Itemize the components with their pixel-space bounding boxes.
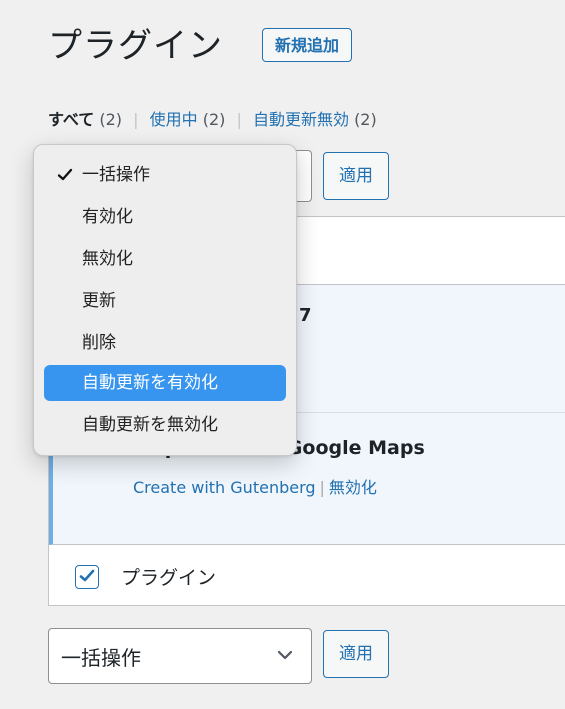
bulk-action-select-bottom[interactable]: 一括操作	[48, 628, 312, 684]
create-with-gutenberg-link[interactable]: Create with Gutenberg	[133, 478, 316, 497]
deactivate-link[interactable]: 無効化	[329, 478, 377, 497]
apply-button-top[interactable]: 適用	[323, 152, 389, 200]
page-title: プラグイン	[48, 26, 223, 66]
select-all-checkbox[interactable]	[75, 565, 99, 589]
checkbox-checked-icon	[79, 569, 95, 582]
menu-item-delete[interactable]: 削除	[44, 325, 286, 361]
menu-item-update[interactable]: 更新	[44, 283, 286, 319]
check-icon	[56, 157, 74, 193]
filter-active-count: (2)	[202, 110, 226, 129]
chevron-down-icon	[277, 650, 293, 660]
filter-auto-updates-disabled[interactable]: 自動更新無効	[253, 110, 349, 129]
bulk-action-dropdown-menu: 一括操作 有効化 無効化 更新 削除 自動更新を有効化 自動更新を無効化	[33, 144, 297, 456]
menu-item-enable-auto-updates[interactable]: 自動更新を有効化	[44, 365, 286, 401]
menu-item-activate[interactable]: 有効化	[44, 199, 286, 235]
plugin-row-actions: Create with Gutenberg | 無効化	[133, 474, 377, 498]
menu-item-deactivate[interactable]: 無効化	[44, 241, 286, 277]
filter-separator: |	[133, 110, 139, 129]
filter-all-count: (2)	[99, 110, 123, 129]
plugins-page: プラグイン 新規追加 すべて (2) | 使用中 (2) | 自動更新無効 (2…	[0, 0, 565, 709]
menu-item-bulk-actions[interactable]: 一括操作	[44, 157, 286, 193]
apply-button-bottom[interactable]: 適用	[323, 630, 389, 678]
plugin-filter-links: すべて (2) | 使用中 (2) | 自動更新無効 (2)	[48, 106, 377, 130]
menu-item-label: 一括操作	[82, 165, 150, 185]
add-new-button[interactable]: 新規追加	[262, 28, 353, 62]
bulk-action-selected-value: 一括操作	[61, 646, 141, 670]
filter-active[interactable]: 使用中	[150, 110, 198, 129]
filter-all[interactable]: すべて	[48, 110, 94, 129]
footer-plugin-column-label: プラグイン	[121, 567, 217, 589]
filter-auto-updates-disabled-count: (2)	[354, 110, 377, 129]
menu-item-disable-auto-updates[interactable]: 自動更新を無効化	[44, 407, 286, 443]
row-action-separator: |	[319, 478, 325, 497]
table-footer-row: プラグイン	[49, 545, 565, 605]
filter-separator: |	[236, 110, 242, 129]
plugin-title-fragment: 7	[299, 305, 312, 326]
